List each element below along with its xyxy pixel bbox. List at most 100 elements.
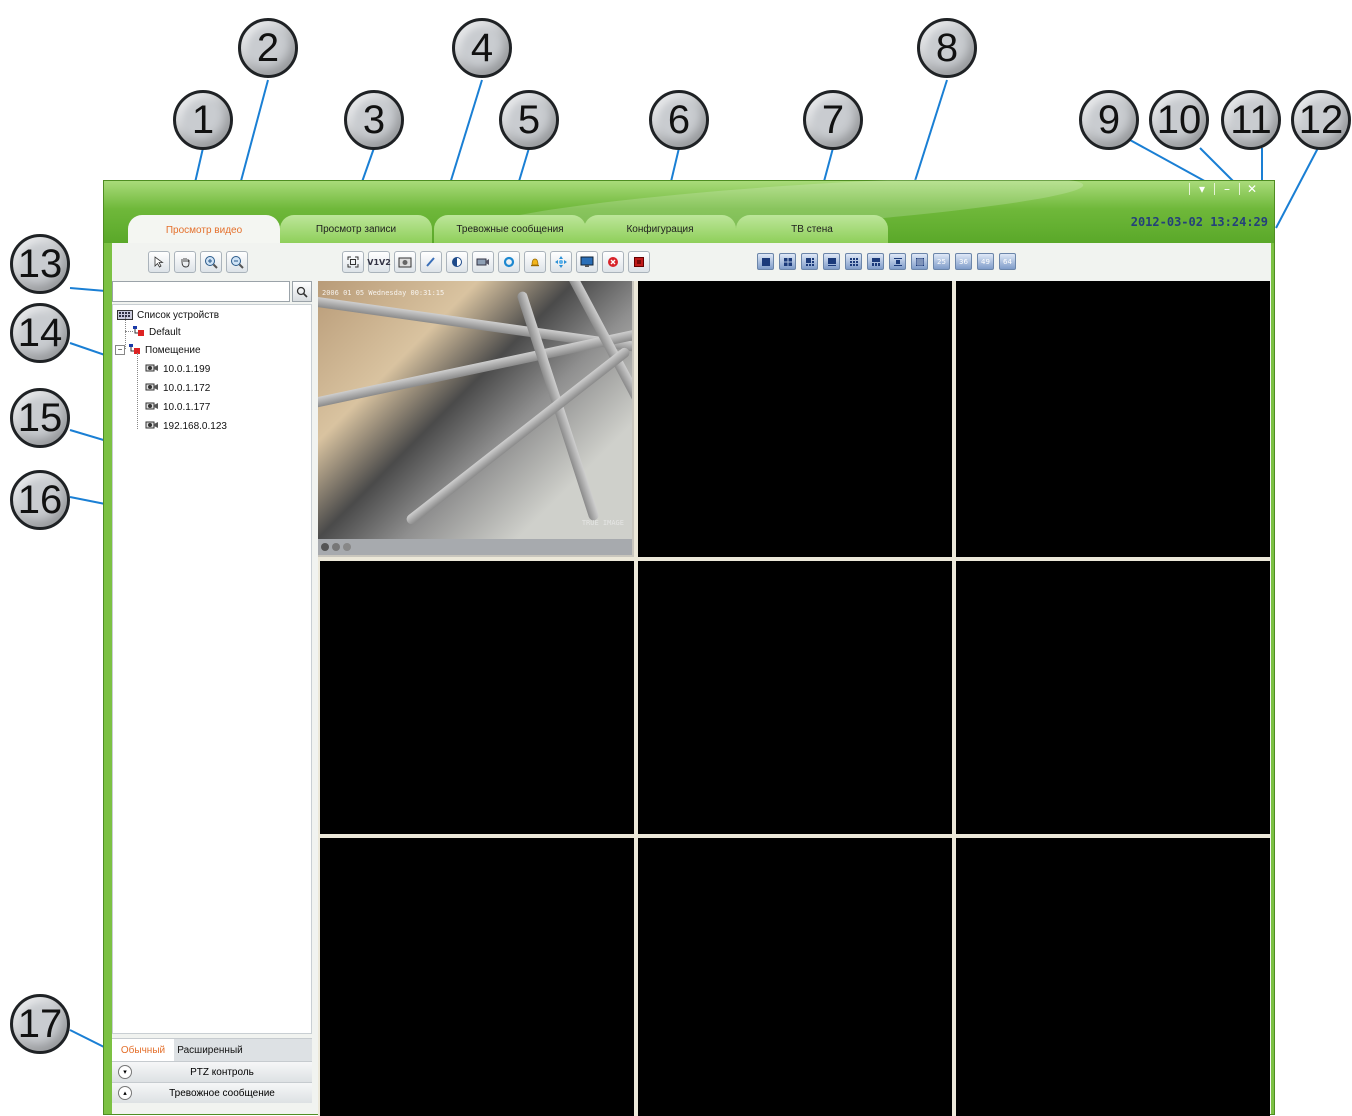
camera-status-bar (318, 539, 632, 555)
layout-1-button[interactable] (757, 253, 774, 270)
layout-10-button[interactable] (867, 253, 884, 270)
contrast-icon[interactable] (446, 251, 468, 273)
window-controls: ▾ – ✕ (1183, 182, 1258, 196)
tab-normal[interactable]: Обычный (112, 1039, 174, 1061)
layout-9-button[interactable] (845, 253, 862, 270)
device-label: 10.0.1.172 (163, 382, 211, 394)
record-status-icon[interactable] (321, 543, 329, 551)
chevron-up-icon[interactable]: ▴ (118, 1086, 132, 1100)
collapse-icon[interactable]: − (115, 345, 125, 355)
ptz-icon[interactable] (550, 251, 572, 273)
tab-tv-wall[interactable]: ТВ стена (736, 215, 888, 243)
video-cell[interactable] (956, 838, 1270, 1116)
record-icon[interactable] (472, 251, 494, 273)
menu-dropdown-icon[interactable]: ▾ (1196, 182, 1208, 196)
hand-icon[interactable] (174, 251, 196, 273)
callout-7: 7 (803, 90, 863, 150)
close-record-icon[interactable] (628, 251, 650, 273)
video-cell[interactable] (320, 561, 634, 834)
layout-buttons: 25 36 49 64 (757, 253, 1016, 279)
tab-extended[interactable]: Расширенный (174, 1039, 246, 1061)
camera-icon (145, 383, 158, 391)
tree-group-default[interactable]: Default (133, 324, 181, 340)
video-cell[interactable] (956, 281, 1270, 557)
video-cell[interactable] (956, 561, 1270, 834)
camera-osd-text: 2006 01 05 Wednesday 00:31:15 (322, 289, 445, 297)
callout-3: 3 (344, 90, 404, 150)
pointer-icon[interactable] (148, 251, 170, 273)
ptz-control-section[interactable]: ▾ PTZ контроль (112, 1061, 312, 1082)
layout-16-button[interactable] (911, 253, 928, 270)
callout-15: 15 (10, 388, 70, 448)
layout-64-button[interactable]: 64 (999, 253, 1016, 270)
tree-root-label: Список устройств (137, 309, 220, 321)
callout-14: 14 (10, 303, 70, 363)
video-cell[interactable]: 2006 01 05 Wednesday 00:31:15 TRUE IMAGE (318, 281, 634, 557)
callout-17: 17 (10, 994, 70, 1054)
callout-2: 2 (238, 18, 298, 78)
camera-watermark: TRUE IMAGE (581, 519, 624, 527)
callout-8: 8 (917, 18, 977, 78)
tab-playback[interactable]: Просмотр записи (280, 215, 432, 243)
stop-icon[interactable] (602, 251, 624, 273)
v1v2-icon[interactable]: V1V2 (367, 251, 391, 273)
callout-12: 12 (1291, 90, 1351, 150)
device-tree: Список устройств Default − Помещение 10.… (112, 304, 312, 1034)
camera-icon (145, 402, 158, 410)
monitor-icon[interactable] (576, 251, 598, 273)
refresh-icon[interactable] (498, 251, 520, 273)
chevron-down-icon[interactable]: ▾ (118, 1065, 132, 1079)
video-cell[interactable] (638, 838, 952, 1116)
callout-6: 6 (649, 90, 709, 150)
device-label: 10.0.1.177 (163, 401, 211, 413)
camera-icon (145, 364, 158, 372)
search-icon[interactable] (292, 281, 312, 302)
callout-13: 13 (10, 234, 70, 294)
callout-5: 5 (499, 90, 559, 150)
mic-status-icon[interactable] (343, 543, 351, 551)
search-input[interactable] (112, 281, 290, 302)
callout-11: 11 (1221, 90, 1281, 150)
zoom-out-icon[interactable] (226, 251, 248, 273)
camera-feed[interactable]: 2006 01 05 Wednesday 00:31:15 TRUE IMAGE (318, 281, 632, 539)
tree-device[interactable]: 192.168.0.123 (145, 418, 227, 434)
layout-13-button[interactable] (889, 253, 906, 270)
tree-root[interactable]: Список устройств (117, 307, 219, 323)
alarm-message-section[interactable]: ▴ Тревожное сообщение (112, 1082, 312, 1103)
panel-mode-tabs: Обычный Расширенный (112, 1038, 312, 1061)
tree-group-room[interactable]: − Помещение (115, 342, 201, 358)
tree-device[interactable]: 10.0.1.177 (145, 399, 210, 415)
fullscreen-icon[interactable] (342, 251, 364, 273)
layout-4-button[interactable] (779, 253, 796, 270)
video-cell[interactable] (638, 281, 952, 557)
left-toolbar (148, 251, 248, 277)
layout-49-button[interactable]: 49 (977, 253, 994, 270)
tab-alarm-messages[interactable]: Тревожные сообщения (434, 215, 586, 243)
layout-36-button[interactable]: 36 (955, 253, 972, 270)
layout-6-button[interactable] (801, 253, 818, 270)
callout-9: 9 (1079, 90, 1139, 150)
zoom-in-icon[interactable] (200, 251, 222, 273)
tab-live-view[interactable]: Просмотр видео (128, 215, 280, 245)
tree-device[interactable]: 10.0.1.172 (145, 380, 210, 396)
camera-icon (145, 421, 158, 429)
app-window: ▾ – ✕ 2012-03-02 13:24:29 Просмотр видео… (103, 165, 1275, 1116)
video-cell[interactable] (638, 561, 952, 834)
tree-group-label: Default (149, 326, 181, 338)
left-panel: Список устройств Default − Помещение 10.… (112, 281, 312, 1114)
snapshot-icon[interactable] (394, 251, 416, 273)
layout-8-button[interactable] (823, 253, 840, 270)
close-icon[interactable]: ✕ (1246, 182, 1258, 196)
device-label: 192.168.0.123 (163, 420, 227, 432)
audio-status-icon[interactable] (332, 543, 340, 551)
layout-25-button[interactable]: 25 (933, 253, 950, 270)
callout-16: 16 (10, 470, 70, 530)
brush-icon[interactable] (420, 251, 442, 273)
video-cell[interactable] (320, 838, 634, 1116)
tree-device[interactable]: 10.0.1.199 (145, 361, 210, 377)
minimize-icon[interactable]: – (1221, 182, 1233, 196)
group-icon (133, 326, 144, 336)
alarm-bell-icon[interactable] (524, 251, 546, 273)
callout-10: 10 (1149, 90, 1209, 150)
tab-configuration[interactable]: Конфигурация (584, 215, 736, 243)
